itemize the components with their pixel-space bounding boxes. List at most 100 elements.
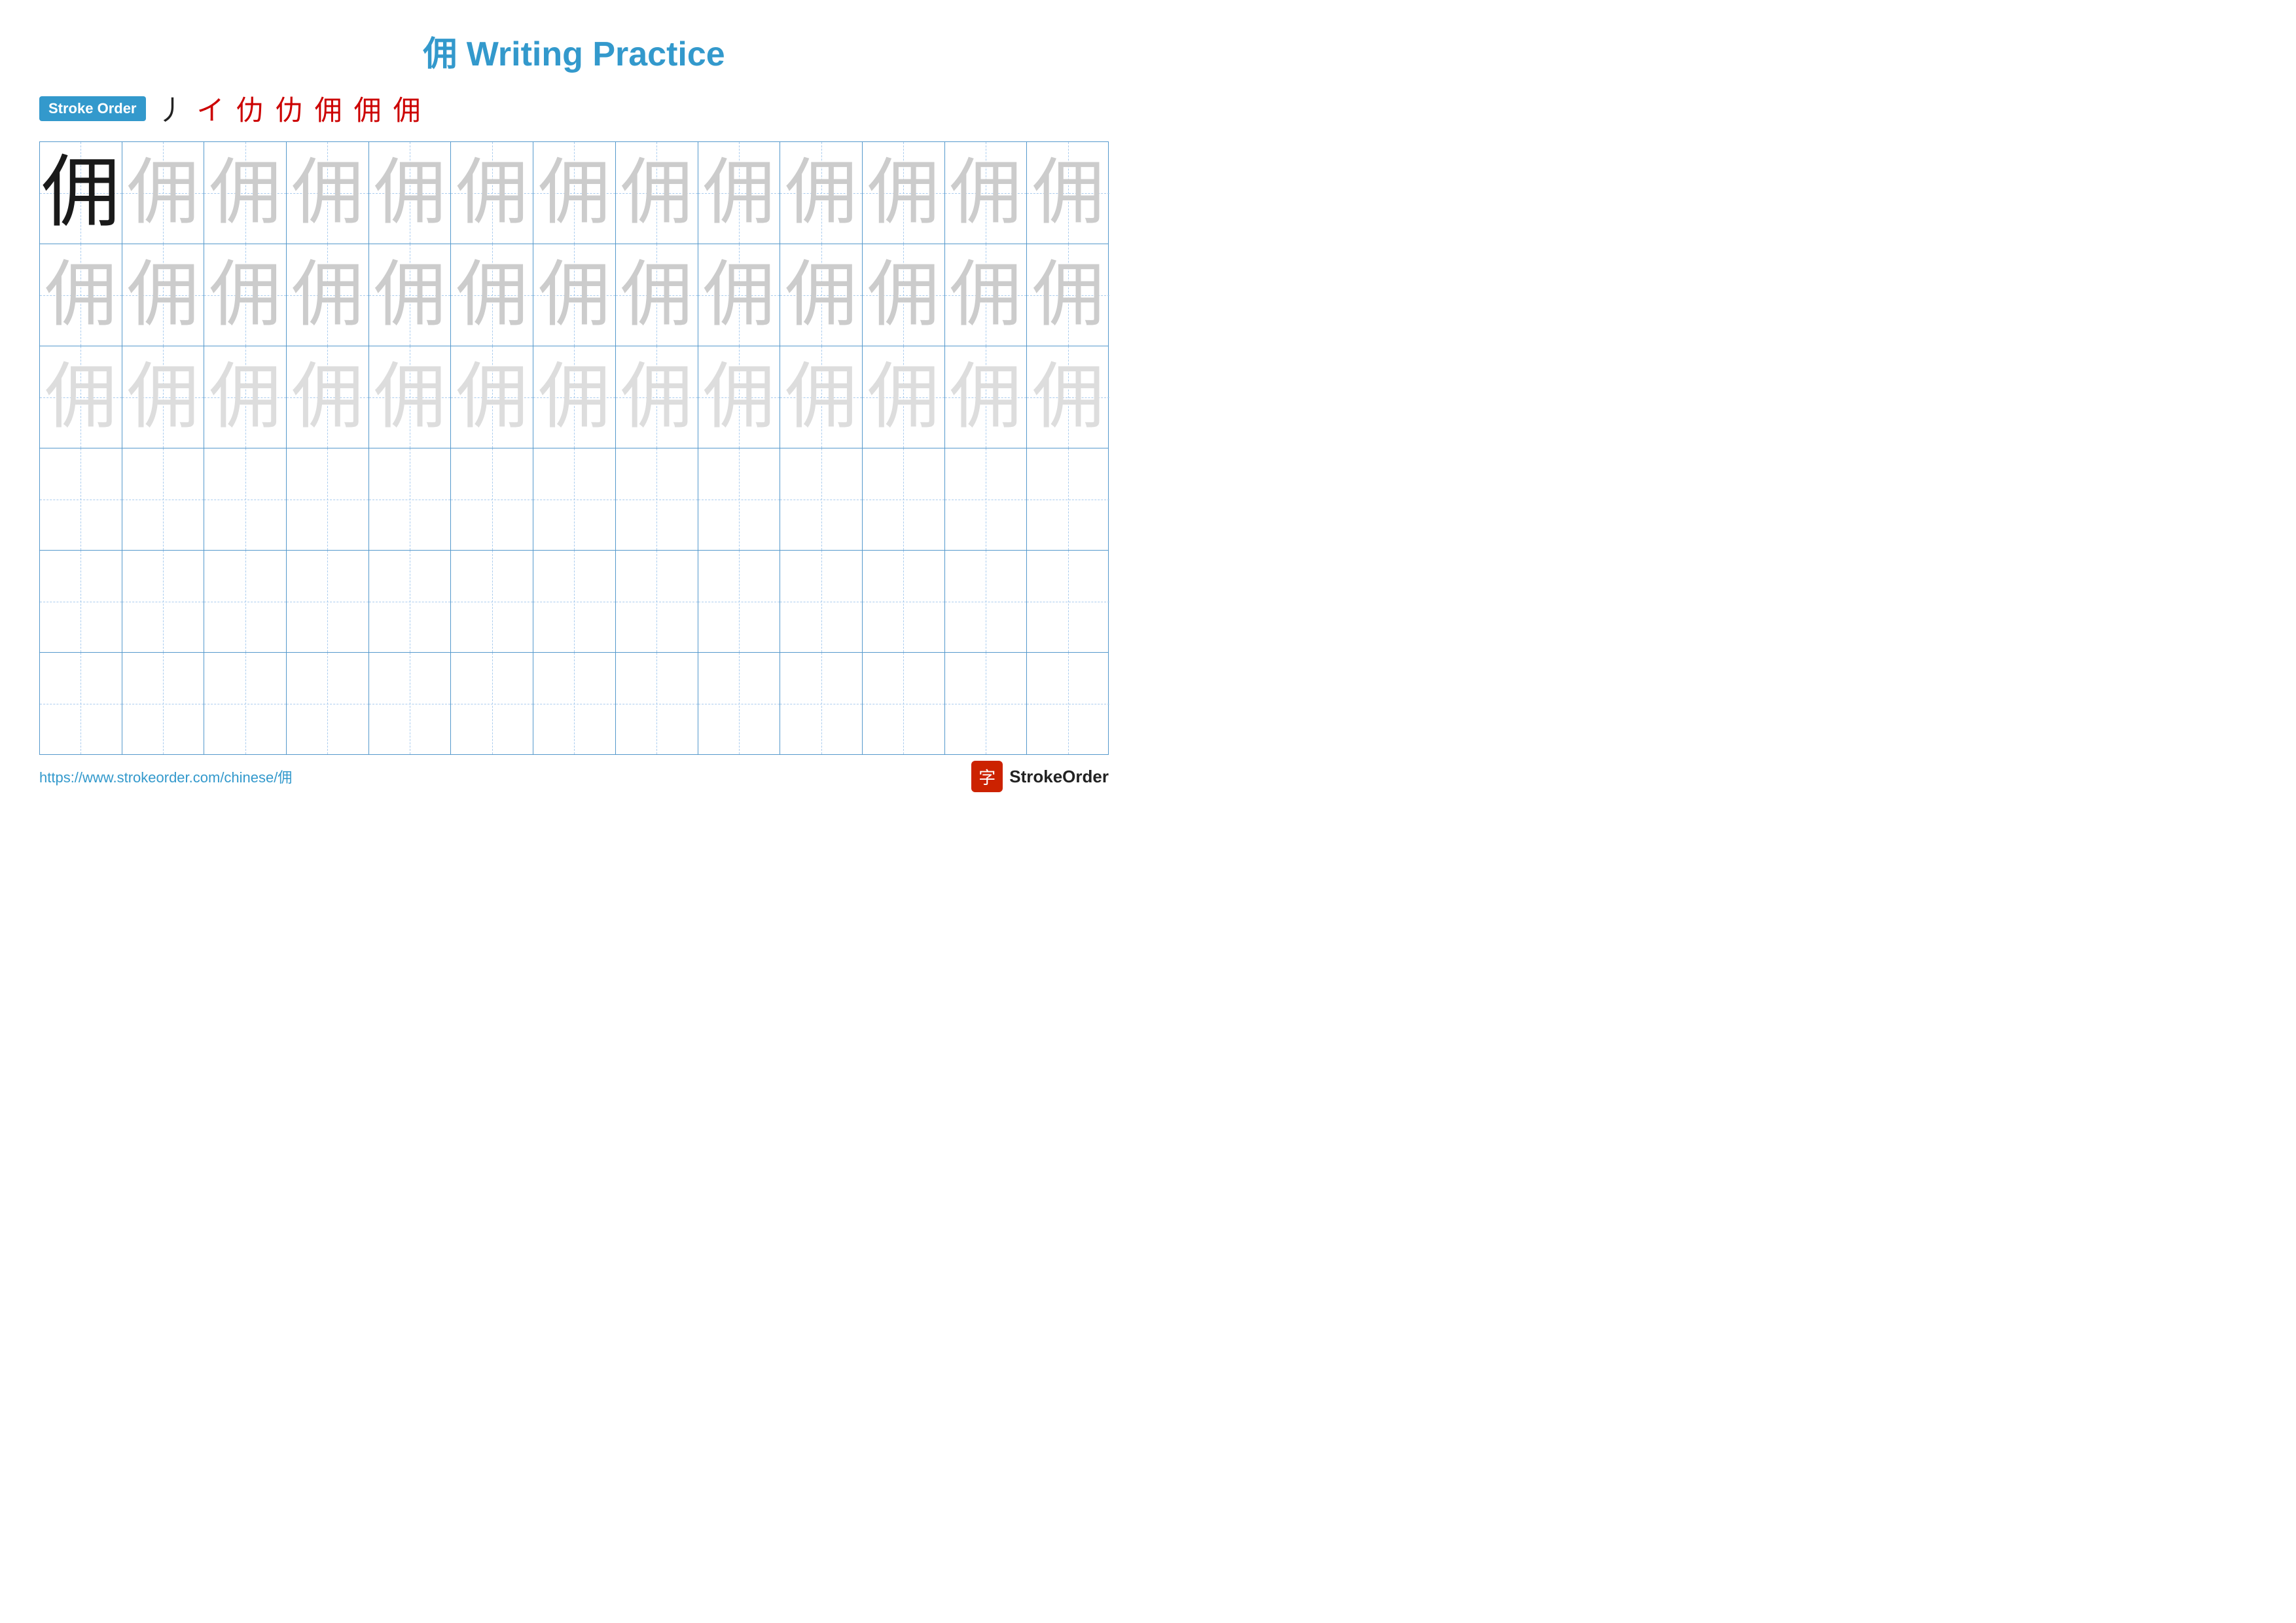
cell-6-1[interactable]	[40, 653, 122, 754]
footer-brand: 字 StrokeOrder	[971, 761, 1109, 792]
cell-3-9[interactable]: 佣	[698, 346, 781, 448]
grid-row-3: 佣 佣 佣 佣 佣 佣 佣 佣 佣 佣 佣 佣 佣	[40, 346, 1108, 448]
cell-2-12[interactable]: 佣	[945, 244, 1028, 346]
cell-5-10[interactable]	[780, 551, 863, 652]
cell-6-8[interactable]	[616, 653, 698, 754]
cell-1-7[interactable]: 佣	[533, 142, 616, 244]
cell-1-10[interactable]: 佣	[780, 142, 863, 244]
cell-2-5[interactable]: 佣	[369, 244, 452, 346]
brand-icon: 字	[971, 761, 1003, 792]
cell-1-13[interactable]: 佣	[1027, 142, 1109, 244]
cell-4-7[interactable]	[533, 448, 616, 550]
cell-4-11[interactable]	[863, 448, 945, 550]
cell-3-4[interactable]: 佣	[287, 346, 369, 448]
cell-4-1[interactable]	[40, 448, 122, 550]
cell-1-2[interactable]: 佣	[122, 142, 205, 244]
practice-grid: 佣 佣 佣 佣 佣 佣 佣 佣 佣 佣 佣 佣 佣 佣 佣 佣 佣 佣 佣 佣 …	[39, 141, 1109, 755]
cell-5-6[interactable]	[451, 551, 533, 652]
cell-3-1[interactable]: 佣	[40, 346, 122, 448]
cell-4-10[interactable]	[780, 448, 863, 550]
cell-5-7[interactable]	[533, 551, 616, 652]
char-dark: 佣	[41, 154, 120, 232]
stroke-7: 佣	[393, 88, 421, 128]
cell-4-12[interactable]	[945, 448, 1028, 550]
cell-4-4[interactable]	[287, 448, 369, 550]
cell-2-6[interactable]: 佣	[451, 244, 533, 346]
grid-row-6	[40, 653, 1108, 754]
cell-4-13[interactable]	[1027, 448, 1109, 550]
cell-2-1[interactable]: 佣	[40, 244, 122, 346]
cell-3-7[interactable]: 佣	[533, 346, 616, 448]
cell-1-9[interactable]: 佣	[698, 142, 781, 244]
footer: https://www.strokeorder.com/chinese/佣 字 …	[39, 761, 1109, 792]
cell-3-8[interactable]: 佣	[616, 346, 698, 448]
cell-6-5[interactable]	[369, 653, 452, 754]
cell-6-9[interactable]	[698, 653, 781, 754]
stroke-6: 佣	[354, 88, 382, 128]
cell-6-6[interactable]	[451, 653, 533, 754]
cell-1-3[interactable]: 佣	[204, 142, 287, 244]
cell-4-5[interactable]	[369, 448, 452, 550]
cell-6-11[interactable]	[863, 653, 945, 754]
grid-row-4	[40, 448, 1108, 551]
page-title: 佣 Writing Practice	[0, 0, 1148, 88]
stroke-order-badge: Stroke Order	[39, 96, 146, 121]
cell-5-3[interactable]	[204, 551, 287, 652]
stroke-order-row: Stroke Order 丿 イ 仂 仂 佣 佣 佣	[0, 88, 1148, 128]
cell-4-8[interactable]	[616, 448, 698, 550]
cell-2-13[interactable]: 佣	[1027, 244, 1109, 346]
cell-1-5[interactable]: 佣	[369, 142, 452, 244]
cell-4-6[interactable]	[451, 448, 533, 550]
cell-6-3[interactable]	[204, 653, 287, 754]
cell-2-9[interactable]: 佣	[698, 244, 781, 346]
cell-1-6[interactable]: 佣	[451, 142, 533, 244]
cell-1-8[interactable]: 佣	[616, 142, 698, 244]
cell-1-12[interactable]: 佣	[945, 142, 1028, 244]
cell-2-8[interactable]: 佣	[616, 244, 698, 346]
cell-3-11[interactable]: 佣	[863, 346, 945, 448]
cell-1-1[interactable]: 佣	[40, 142, 122, 244]
footer-url[interactable]: https://www.strokeorder.com/chinese/佣	[39, 766, 292, 787]
stroke-1: 丿	[158, 88, 185, 128]
cell-2-2[interactable]: 佣	[122, 244, 205, 346]
cell-3-5[interactable]: 佣	[369, 346, 452, 448]
cell-3-6[interactable]: 佣	[451, 346, 533, 448]
cell-3-2[interactable]: 佣	[122, 346, 205, 448]
cell-6-12[interactable]	[945, 653, 1028, 754]
cell-2-3[interactable]: 佣	[204, 244, 287, 346]
cell-1-4[interactable]: 佣	[287, 142, 369, 244]
cell-6-7[interactable]	[533, 653, 616, 754]
cell-5-2[interactable]	[122, 551, 205, 652]
cell-4-2[interactable]	[122, 448, 205, 550]
cell-5-13[interactable]	[1027, 551, 1109, 652]
cell-5-4[interactable]	[287, 551, 369, 652]
cell-3-12[interactable]: 佣	[945, 346, 1028, 448]
cell-1-11[interactable]: 佣	[863, 142, 945, 244]
grid-row-2: 佣 佣 佣 佣 佣 佣 佣 佣 佣 佣 佣 佣 佣	[40, 244, 1108, 346]
cell-6-4[interactable]	[287, 653, 369, 754]
cell-3-10[interactable]: 佣	[780, 346, 863, 448]
cell-4-9[interactable]	[698, 448, 781, 550]
cell-4-3[interactable]	[204, 448, 287, 550]
cell-3-3[interactable]: 佣	[204, 346, 287, 448]
stroke-4: 仂	[276, 88, 303, 128]
brand-name: StrokeOrder	[1009, 767, 1109, 787]
cell-6-2[interactable]	[122, 653, 205, 754]
cell-5-12[interactable]	[945, 551, 1028, 652]
stroke-3: 仂	[236, 88, 264, 128]
cell-6-13[interactable]	[1027, 653, 1109, 754]
cell-2-7[interactable]: 佣	[533, 244, 616, 346]
cell-6-10[interactable]	[780, 653, 863, 754]
cell-2-10[interactable]: 佣	[780, 244, 863, 346]
cell-5-5[interactable]	[369, 551, 452, 652]
cell-5-1[interactable]	[40, 551, 122, 652]
cell-2-4[interactable]: 佣	[287, 244, 369, 346]
cell-5-9[interactable]	[698, 551, 781, 652]
cell-5-11[interactable]	[863, 551, 945, 652]
cell-2-11[interactable]: 佣	[863, 244, 945, 346]
cell-5-8[interactable]	[616, 551, 698, 652]
stroke-2: イ	[197, 88, 224, 128]
grid-row-1: 佣 佣 佣 佣 佣 佣 佣 佣 佣 佣 佣 佣 佣	[40, 142, 1108, 244]
grid-row-5	[40, 551, 1108, 653]
cell-3-13[interactable]: 佣	[1027, 346, 1109, 448]
